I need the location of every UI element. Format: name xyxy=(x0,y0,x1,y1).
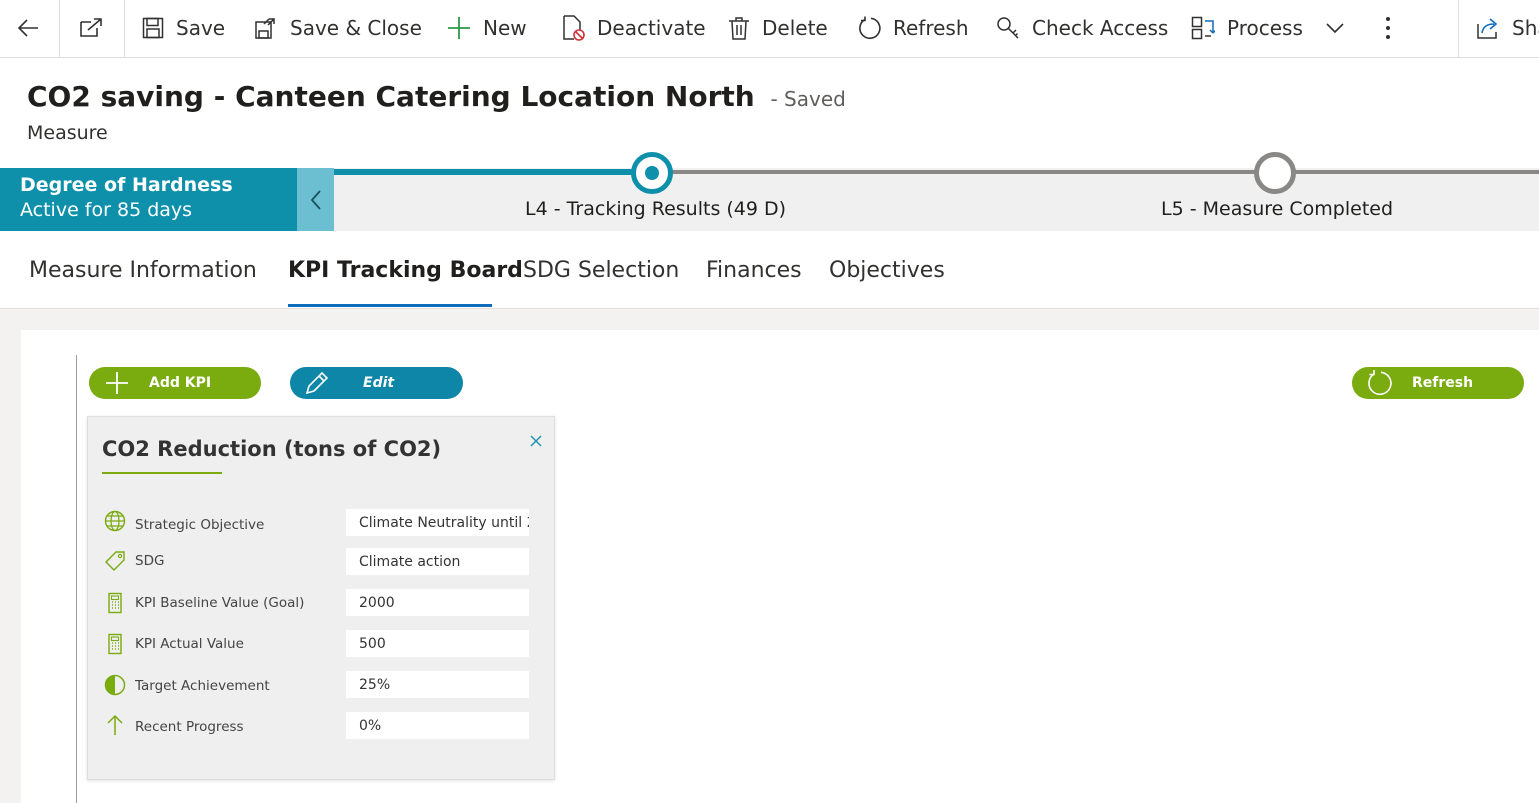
arrow-up-icon xyxy=(107,714,123,735)
kpi-row-value: 500 xyxy=(346,630,529,657)
command-bar: Save Save & Close New Deactivate Delete … xyxy=(0,0,1539,58)
share-icon xyxy=(1477,17,1498,39)
kpi-row-value: 2000 xyxy=(346,589,529,616)
record-title: CO2 saving - Canteen Catering Location N… xyxy=(27,80,846,113)
kpi-row-label: KPI Actual Value xyxy=(135,636,244,652)
selected-tab-indicator xyxy=(288,304,492,307)
new-button[interactable]: New xyxy=(447,0,527,55)
refresh-icon xyxy=(859,16,881,39)
save-button[interactable]: Save xyxy=(142,0,225,55)
stage-label-l4[interactable]: L4 - Tracking Results (49 D) xyxy=(525,198,786,220)
calculator-icon xyxy=(108,592,122,614)
tab-measure-information[interactable]: Measure Information xyxy=(29,258,257,283)
refresh-icon xyxy=(1368,370,1392,395)
bpf-progress-line xyxy=(652,170,1539,174)
kpi-row-value: Climate Neutrality until 20 xyxy=(346,509,529,536)
popout-button[interactable] xyxy=(78,0,104,55)
refresh-label: Refresh xyxy=(893,15,969,40)
save-close-label: Save & Close xyxy=(290,15,422,40)
tab-sdg-selection[interactable]: SDG Selection xyxy=(523,258,679,283)
delete-button[interactable]: Delete xyxy=(728,0,828,55)
deactivate-icon xyxy=(563,14,585,41)
share-button[interactable]: Sha xyxy=(1476,0,1539,55)
board-refresh-label: Refresh xyxy=(1412,375,1474,391)
pencil-icon xyxy=(305,371,329,395)
record-title-text: CO2 saving - Canteen Catering Location N… xyxy=(27,80,755,113)
kpi-row-value: 0% xyxy=(346,712,529,739)
add-kpi-button[interactable]: Add KPI xyxy=(89,367,261,399)
check-access-button[interactable]: Check Access xyxy=(996,0,1168,55)
plus-icon xyxy=(448,16,470,39)
process-button[interactable]: Process xyxy=(1191,0,1345,55)
tag-icon xyxy=(105,551,125,571)
kpi-card-title-underline xyxy=(102,472,222,474)
active-stage-flag[interactable]: Degree of Hardness Active for 85 days xyxy=(0,168,297,231)
kpi-row-label: Target Achievement xyxy=(135,678,270,694)
stage-node-dot xyxy=(645,166,659,180)
active-stage-name: Degree of Hardness xyxy=(20,174,233,196)
board-divider xyxy=(76,355,77,803)
save-status: - Saved xyxy=(770,87,846,111)
form-tabs: Measure Information KPI Tracking Board S… xyxy=(0,231,1539,309)
close-icon[interactable] xyxy=(528,433,544,449)
check-access-label: Check Access xyxy=(1032,15,1169,40)
kpi-row-label: SDG xyxy=(135,553,165,569)
active-stage-duration: Active for 85 days xyxy=(20,199,193,221)
tab-kpi-tracking-board[interactable]: KPI Tracking Board xyxy=(288,258,523,283)
process-label: Process xyxy=(1227,15,1303,40)
stage-label-l5[interactable]: L5 - Measure Completed xyxy=(1161,198,1393,220)
edit-button[interactable]: Edit xyxy=(290,367,463,399)
bpf-previous-button[interactable] xyxy=(297,168,334,231)
add-kpi-label: Add KPI xyxy=(149,375,212,391)
save-close-icon xyxy=(255,17,275,39)
delete-label: Delete xyxy=(762,15,828,40)
globe-icon xyxy=(104,510,126,532)
bpf-progress-line-active xyxy=(334,169,652,175)
new-label: New xyxy=(483,15,527,40)
popout-icon xyxy=(80,17,102,37)
share-label: Sha xyxy=(1512,15,1539,40)
kpi-row-label: Strategic Objective xyxy=(135,517,265,533)
chevron-left-icon xyxy=(310,189,321,210)
save-close-button[interactable]: Save & Close xyxy=(254,0,422,55)
process-icon xyxy=(1191,16,1215,39)
more-icon xyxy=(1386,16,1390,39)
calculator-icon xyxy=(108,633,122,655)
board-refresh-button[interactable]: Refresh xyxy=(1352,367,1524,399)
stage-node-active[interactable] xyxy=(631,152,673,194)
kpi-card-title: CO2 Reduction (tons of CO2) xyxy=(102,437,442,461)
back-arrow-icon xyxy=(17,18,38,37)
save-icon xyxy=(142,17,164,38)
kpi-row-label: KPI Baseline Value (Goal) xyxy=(135,595,305,611)
plus-icon xyxy=(106,372,128,394)
kpi-row-label: Recent Progress xyxy=(135,719,244,735)
refresh-button[interactable]: Refresh xyxy=(857,0,969,55)
kpi-card: CO2 Reduction (tons of CO2) Strategic Ob… xyxy=(87,416,555,780)
edit-label: Edit xyxy=(363,375,395,391)
business-process-flow: Degree of Hardness Active for 85 days L4… xyxy=(0,152,1539,231)
tab-objectives[interactable]: Objectives xyxy=(829,258,945,283)
deactivate-button[interactable]: Deactivate xyxy=(561,0,706,55)
trash-icon xyxy=(729,16,749,40)
back-button[interactable] xyxy=(16,0,40,55)
deactivate-label: Deactivate xyxy=(597,15,706,40)
more-commands-button[interactable] xyxy=(1384,0,1392,55)
entity-name: Measure xyxy=(27,122,108,144)
save-label: Save xyxy=(176,15,226,40)
half-circle-icon xyxy=(104,674,126,696)
chevron-down-icon[interactable] xyxy=(1325,22,1345,34)
key-icon xyxy=(997,16,1019,39)
tab-finances[interactable]: Finances xyxy=(706,258,802,283)
stage-node-pending[interactable] xyxy=(1254,152,1296,194)
kpi-row-value: Climate action xyxy=(346,548,529,575)
kpi-row-value: 25% xyxy=(346,671,529,698)
